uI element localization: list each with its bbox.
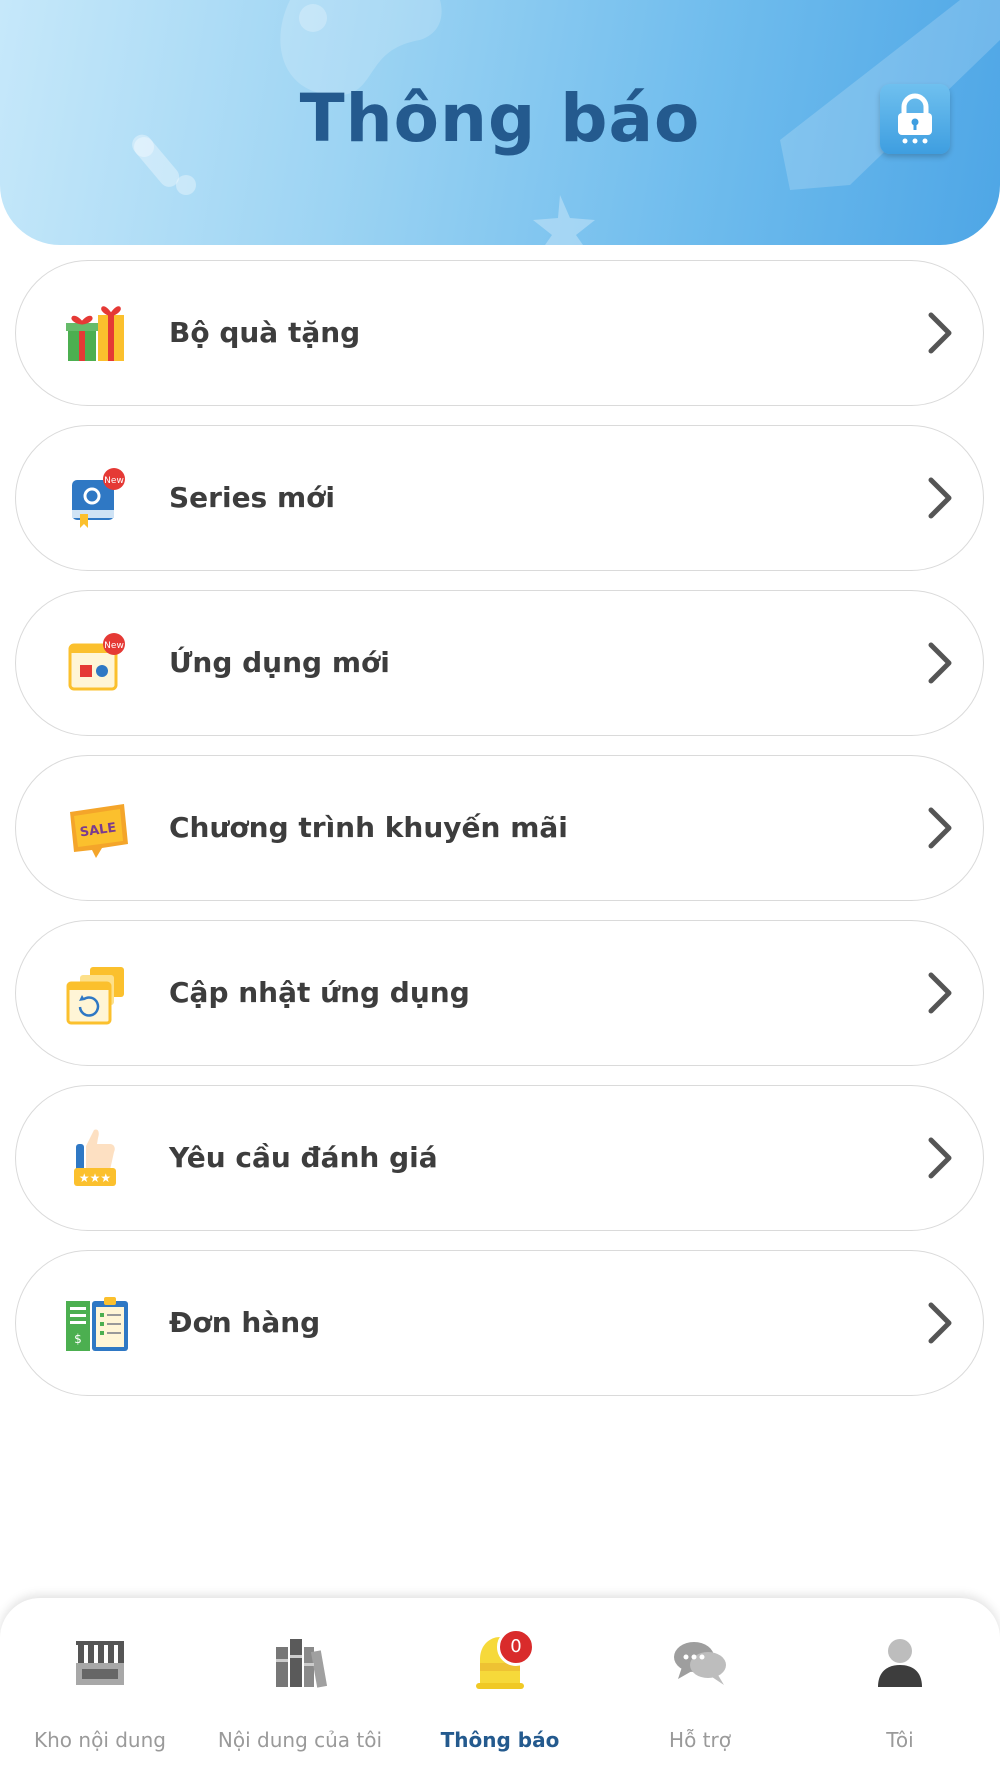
list-item-new-app[interactable]: New Ứng dụng mới bbox=[15, 590, 984, 736]
chevron-right-icon bbox=[928, 1137, 952, 1179]
notification-count-badge: 0 bbox=[497, 1628, 535, 1666]
book-new-icon: New bbox=[72, 468, 125, 528]
orders-clipboard-icon: $ bbox=[66, 1297, 128, 1351]
tab-label: Tôi bbox=[886, 1728, 914, 1752]
list-item-promotions[interactable]: SALE Chương trình khuyến mãi bbox=[15, 755, 984, 901]
chevron-right-icon bbox=[928, 1302, 952, 1344]
list-item-gift[interactable]: Bộ quà tặng bbox=[15, 260, 984, 406]
list-item-label: Đơn hàng bbox=[169, 1306, 321, 1339]
list-item-app-update[interactable]: Cập nhật ứng dụng bbox=[15, 920, 984, 1066]
chevron-right-icon bbox=[928, 642, 952, 684]
svg-text:★★★: ★★★ bbox=[79, 1171, 111, 1185]
list-item-label: Ứng dụng mới bbox=[169, 646, 390, 679]
svg-text:New: New bbox=[104, 476, 124, 486]
tab-profile[interactable]: Tôi bbox=[800, 1598, 1000, 1778]
list-item-label: Series mới bbox=[169, 481, 335, 514]
svg-text:New: New bbox=[104, 641, 124, 651]
app-new-icon: New bbox=[68, 633, 125, 691]
chevron-right-icon bbox=[928, 807, 952, 849]
svg-text:$: $ bbox=[74, 1332, 82, 1346]
list-item-new-series[interactable]: New Series mới bbox=[15, 425, 984, 571]
store-icon bbox=[76, 1641, 124, 1685]
list-item-label: Bộ quà tặng bbox=[169, 316, 361, 349]
tab-my-content[interactable]: Nội dung của tôi bbox=[200, 1598, 400, 1778]
tab-support[interactable]: Hỗ trợ bbox=[600, 1598, 800, 1778]
page-title: Thông báo bbox=[299, 80, 701, 157]
bottom-nav: Kho nội dung Nội dung của tôi 0 Thông bá… bbox=[0, 1598, 1000, 1778]
chat-icon bbox=[674, 1642, 726, 1685]
sale-tag-icon: SALE bbox=[70, 804, 128, 858]
list-item-rating-request[interactable]: ★★★ Yêu cầu đánh giá bbox=[15, 1085, 984, 1231]
lock-icon bbox=[898, 93, 932, 144]
list-item-label: Cập nhật ứng dụng bbox=[169, 976, 470, 1009]
list-item-label: Yêu cầu đánh giá bbox=[169, 1141, 438, 1174]
gift-icon bbox=[66, 306, 124, 361]
user-icon bbox=[878, 1639, 922, 1687]
tab-label: Nội dung của tôi bbox=[217, 1728, 383, 1752]
list-item-orders[interactable]: $ Đơn hàng bbox=[15, 1250, 984, 1396]
tab-label: Hỗ trợ bbox=[669, 1728, 731, 1752]
parental-lock-button[interactable] bbox=[880, 84, 950, 154]
tab-notifications[interactable]: 0 Thông báo bbox=[400, 1598, 600, 1778]
chevron-right-icon bbox=[928, 477, 952, 519]
app-update-icon bbox=[66, 967, 124, 1025]
tab-content-store[interactable]: Kho nội dung bbox=[0, 1598, 200, 1778]
notification-category-list: Bộ quà tặng New Series mới New Ứng dụng … bbox=[15, 260, 984, 1415]
books-icon bbox=[276, 1639, 328, 1688]
chevron-right-icon bbox=[928, 312, 952, 354]
chevron-right-icon bbox=[928, 972, 952, 1014]
header: Thông báo bbox=[0, 0, 1000, 245]
tab-label: Kho nội dung bbox=[34, 1728, 166, 1752]
list-item-label: Chương trình khuyến mãi bbox=[169, 811, 568, 844]
tab-label: Thông báo bbox=[440, 1728, 560, 1752]
thumbs-up-rating-icon: ★★★ bbox=[74, 1129, 116, 1186]
